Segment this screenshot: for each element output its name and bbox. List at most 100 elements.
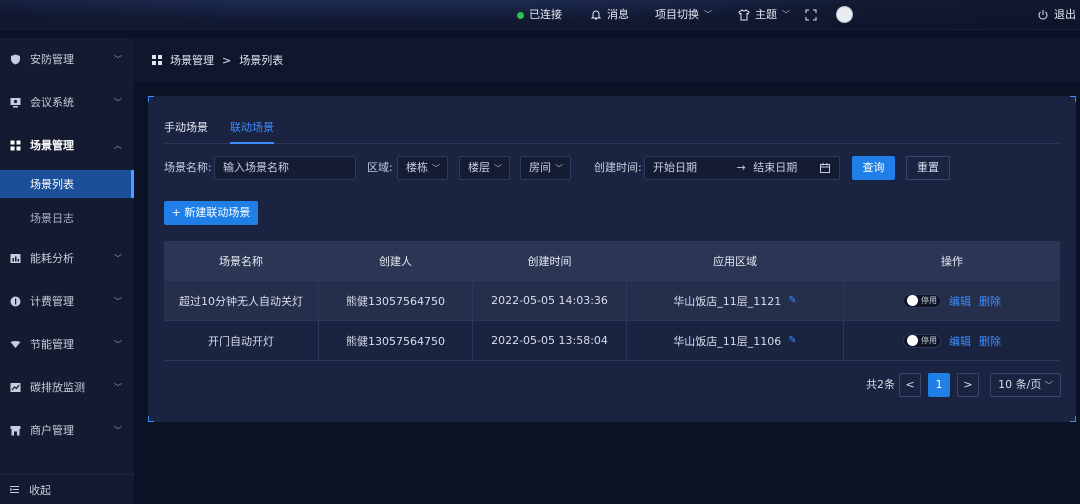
search-button[interactable]: 查询 xyxy=(852,156,895,180)
reset-button[interactable]: 重置 xyxy=(906,156,950,180)
toggle-knob xyxy=(907,335,918,346)
floor-select[interactable]: 楼层 ﹀ xyxy=(459,156,510,180)
sidebar-item-label: 碳排放监测 xyxy=(30,381,85,394)
area-value: 华山饭店_11层_1121 xyxy=(673,294,782,308)
table-header: 场景名称 创建人 创建时间 应用区域 操作 xyxy=(164,241,1060,281)
connection-status: 已连接 xyxy=(517,8,562,22)
sidebar-item-label: 安防管理 xyxy=(30,53,74,66)
chevron-down-icon: ﹀ xyxy=(782,10,790,19)
chevron-down-icon: ﹀ xyxy=(114,253,122,263)
messages-button[interactable]: 消息 xyxy=(590,8,629,22)
fullscreen-button[interactable] xyxy=(805,8,817,22)
toggle-status-label: 停用 xyxy=(921,296,937,305)
grid-icon xyxy=(152,55,162,65)
status-toggle[interactable]: 停用 xyxy=(903,333,941,348)
chevron-left-icon: < xyxy=(905,378,915,391)
start-date-input[interactable]: 开始日期 xyxy=(653,161,697,174)
connection-label: 已连接 xyxy=(529,8,562,21)
delete-link[interactable]: 删除 xyxy=(979,333,1001,349)
sidebar-subitem-scene-list[interactable]: 场景列表 xyxy=(0,170,134,198)
sidebar-item-scene[interactable]: 场景管理 ︿ xyxy=(0,129,134,161)
edit-link[interactable]: 编辑 xyxy=(949,333,971,349)
range-arrow: → xyxy=(736,161,746,174)
page-size-value: 10 条/页 xyxy=(998,378,1042,391)
delete-link[interactable]: 删除 xyxy=(979,293,1001,309)
chevron-down-icon: ﹀ xyxy=(114,296,122,306)
bar-chart-icon xyxy=(9,252,21,264)
edit-pencil-icon[interactable]: ✎ xyxy=(788,295,796,306)
chevron-down-icon: ﹀ xyxy=(114,339,122,349)
chevron-down-icon: ﹀ xyxy=(114,54,122,64)
sidebar-item-billing[interactable]: 计费管理 ﹀ xyxy=(0,285,134,317)
bell-icon xyxy=(590,10,602,20)
shield-icon xyxy=(9,53,21,65)
connected-dot-icon xyxy=(517,11,524,19)
table-row[interactable]: 超过10分钟无人自动关灯 熊健13057564750 2022-05-05 14… xyxy=(164,281,1060,321)
theme-dropdown[interactable]: 主题 ﹀ xyxy=(738,8,790,22)
create-time-cell: 2022-05-05 13:58:04 xyxy=(473,321,627,360)
power-icon xyxy=(1038,10,1048,20)
coin-icon xyxy=(9,295,21,307)
room-select[interactable]: 房间 ﹀ xyxy=(520,156,571,180)
sidebar-item-energy-saving[interactable]: 节能管理 ﹀ xyxy=(0,328,134,360)
project-switch-dropdown[interactable]: 项目切换 ﹀ xyxy=(655,8,712,22)
chevron-down-icon: ﹀ xyxy=(114,382,122,392)
scene-name-cell: 开门自动开灯 xyxy=(164,321,319,360)
trend-icon xyxy=(9,381,21,393)
tab-linkage-scene[interactable]: 联动场景 xyxy=(230,120,274,144)
actions-cell: 停用 编辑 删除 xyxy=(844,321,1060,360)
avatar[interactable] xyxy=(836,6,853,23)
page-number-button[interactable]: 1 xyxy=(928,373,950,397)
sidebar-item-energy[interactable]: 能耗分析 ﹀ xyxy=(0,242,134,274)
new-linkage-scene-button[interactable]: + 新建联动场景 xyxy=(164,201,258,225)
create-time-cell: 2022-05-05 14:03:36 xyxy=(473,281,627,320)
menu-fold-icon xyxy=(9,486,19,493)
sidebar-item-label: 场景管理 xyxy=(30,139,74,152)
chevron-down-icon: ﹀ xyxy=(114,425,122,435)
store-icon xyxy=(9,424,21,436)
floor-select-value: 楼层 xyxy=(468,161,490,174)
sidebar-item-label: 能耗分析 xyxy=(30,252,74,265)
top-bar: 已连接 消息 项目切换 ﹀ 主题 ﹀ 退出 xyxy=(0,0,1080,30)
panel-corner xyxy=(148,416,154,422)
prev-page-button[interactable]: < xyxy=(899,373,921,397)
end-date-input[interactable]: 结束日期 xyxy=(753,161,797,174)
status-toggle[interactable]: 停用 xyxy=(903,293,941,308)
next-page-button[interactable]: > xyxy=(957,373,979,397)
chevron-down-icon: ﹀ xyxy=(1044,381,1053,390)
edit-link[interactable]: 编辑 xyxy=(949,293,971,309)
theme-label: 主题 xyxy=(755,8,777,21)
scene-name-cell: 超过10分钟无人自动关灯 xyxy=(164,281,319,320)
column-header: 创建时间 xyxy=(473,241,627,280)
logout-button[interactable]: 退出 xyxy=(1037,8,1076,22)
page-size-select[interactable]: 10 条/页 ﹀ xyxy=(990,373,1061,397)
scene-table: 场景名称 创建人 创建时间 应用区域 操作 超过10分钟无人自动关灯 熊健130… xyxy=(164,241,1060,361)
chevron-up-icon: ︿ xyxy=(114,140,122,150)
column-header: 场景名称 xyxy=(164,241,319,280)
collapse-label: 收起 xyxy=(29,483,51,497)
pagination: 共2条 < 1 > 10 条/页 ﹀ xyxy=(148,373,1076,397)
room-select-value: 房间 xyxy=(529,161,551,174)
sidebar-item-label: 会议系统 xyxy=(30,96,74,109)
messages-label: 消息 xyxy=(607,8,629,21)
sidebar-item-merchant[interactable]: 商户管理 ﹀ xyxy=(0,414,134,446)
breadcrumb-parent[interactable]: 场景管理 xyxy=(170,52,214,68)
toggle-knob xyxy=(907,295,918,306)
shirt-icon xyxy=(738,9,750,21)
breadcrumb: 场景管理 > 场景列表 xyxy=(134,38,1080,82)
sidebar-item-security[interactable]: 安防管理 ﹀ xyxy=(0,43,134,75)
tab-manual-scene[interactable]: 手动场景 xyxy=(164,120,208,144)
creator-cell: 熊健13057564750 xyxy=(319,281,473,320)
sidebar-item-meeting[interactable]: 会议系统 ﹀ xyxy=(0,86,134,118)
edit-pencil-icon[interactable]: ✎ xyxy=(788,335,796,346)
scene-list-panel: 手动场景 联动场景 场景名称: 输入场景名称 区域: 楼栋 ﹀ 楼层 ﹀ 房间 ﹀ 创… xyxy=(148,96,1076,422)
toggle-status-label: 停用 xyxy=(921,336,937,345)
sidebar-item-carbon[interactable]: 碳排放监测 ﹀ xyxy=(0,371,134,403)
date-range-picker[interactable]: 开始日期 → 结束日期 xyxy=(644,156,840,180)
building-select-value: 楼栋 xyxy=(406,161,428,174)
sidebar-subitem-scene-log[interactable]: 场景日志 xyxy=(0,204,134,232)
collapse-button[interactable]: 收起 xyxy=(0,474,134,504)
scene-name-input[interactable]: 输入场景名称 xyxy=(214,156,356,180)
building-select[interactable]: 楼栋 ﹀ xyxy=(397,156,448,180)
table-row[interactable]: 开门自动开灯 熊健13057564750 2022-05-05 13:58:04… xyxy=(164,321,1060,361)
